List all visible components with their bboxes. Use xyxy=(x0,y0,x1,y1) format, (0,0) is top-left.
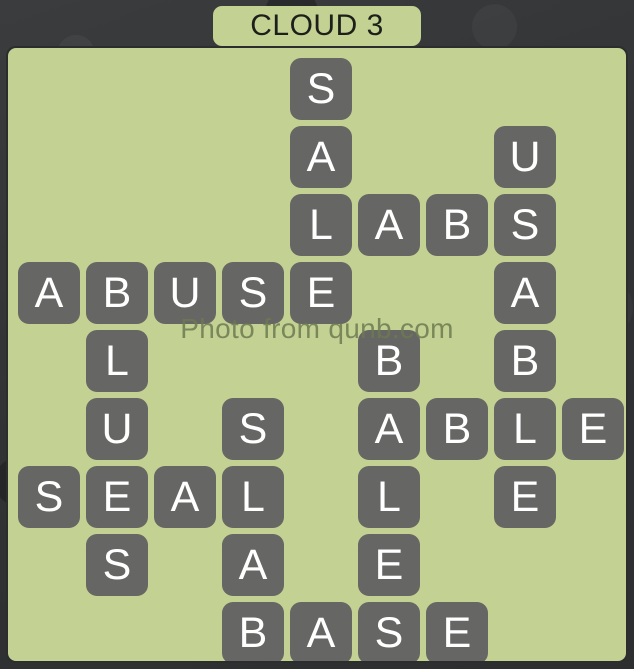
letter-tile[interactable]: A xyxy=(154,466,216,528)
tile-letter: S xyxy=(238,268,268,317)
letter-tile[interactable]: L xyxy=(494,398,556,460)
tile-letter: S xyxy=(306,64,336,113)
letter-tile[interactable]: A xyxy=(290,126,352,188)
tile-letter: L xyxy=(241,472,265,521)
tile-letter: B xyxy=(442,404,472,453)
letter-tile[interactable]: B xyxy=(222,602,284,661)
tile-letter: S xyxy=(102,540,132,589)
letter-tile[interactable]: E xyxy=(562,398,624,460)
tile-letter: B xyxy=(510,336,540,385)
tile-letter: L xyxy=(377,472,401,521)
letter-tile[interactable]: B xyxy=(86,262,148,324)
tile-letter: E xyxy=(374,540,404,589)
tile-letter: A xyxy=(306,132,336,181)
tile-letter: U xyxy=(169,268,201,317)
letter-tile[interactable]: E xyxy=(426,602,488,661)
puzzle-board[interactable]: SAULABSABUSEALBBUSABLESEALLESAEBASE Phot… xyxy=(6,46,628,663)
letter-tile[interactable]: E xyxy=(494,466,556,528)
letter-tile[interactable]: L xyxy=(86,330,148,392)
tile-letter: U xyxy=(101,404,133,453)
letter-tile[interactable]: S xyxy=(222,262,284,324)
tile-letter: E xyxy=(578,404,608,453)
letter-tile[interactable]: A xyxy=(290,602,352,661)
tile-letter: A xyxy=(34,268,64,317)
level-title: CLOUD 3 xyxy=(250,9,384,42)
tile-letter: S xyxy=(34,472,64,521)
tile-letter: B xyxy=(238,608,268,657)
tile-letter: L xyxy=(309,200,333,249)
letter-tile[interactable]: U xyxy=(154,262,216,324)
tile-letter: A xyxy=(238,540,268,589)
letter-tile[interactable]: S xyxy=(222,398,284,460)
tile-letter: A xyxy=(510,268,540,317)
letter-tile[interactable]: A xyxy=(18,262,80,324)
tile-letter: L xyxy=(105,336,129,385)
tile-letter: E xyxy=(442,608,472,657)
letter-tile[interactable]: A xyxy=(358,194,420,256)
letter-tile[interactable]: S xyxy=(18,466,80,528)
letter-tile[interactable]: S xyxy=(86,534,148,596)
letter-tile[interactable]: B xyxy=(358,330,420,392)
letter-tile[interactable]: S xyxy=(494,194,556,256)
letter-tile[interactable]: B xyxy=(426,398,488,460)
tile-letter: E xyxy=(306,268,336,317)
tile-letter: B xyxy=(102,268,132,317)
letter-tile[interactable]: A xyxy=(222,534,284,596)
letter-tile[interactable]: S xyxy=(290,58,352,120)
letter-tile[interactable]: L xyxy=(358,466,420,528)
letter-tile[interactable]: U xyxy=(86,398,148,460)
letter-tile[interactable]: A xyxy=(358,398,420,460)
tile-letter: S xyxy=(238,404,268,453)
letter-tile[interactable]: U xyxy=(494,126,556,188)
letter-tile[interactable]: E xyxy=(290,262,352,324)
letter-tile[interactable]: L xyxy=(290,194,352,256)
tile-letter: E xyxy=(102,472,132,521)
tile-letter: A xyxy=(306,608,336,657)
tile-letter: B xyxy=(374,336,404,385)
letter-tile[interactable]: B xyxy=(426,194,488,256)
letter-grid[interactable]: SAULABSABUSEALBBUSABLESEALLESAEBASE xyxy=(8,48,626,661)
tile-letter: S xyxy=(510,200,540,249)
tile-letter: A xyxy=(374,404,404,453)
letter-tile[interactable]: E xyxy=(86,466,148,528)
letter-tile[interactable]: L xyxy=(222,466,284,528)
tile-letter: S xyxy=(374,608,404,657)
tile-letter: E xyxy=(510,472,540,521)
tile-letter: L xyxy=(513,404,537,453)
tile-letter: A xyxy=(170,472,200,521)
letter-tile[interactable]: E xyxy=(358,534,420,596)
level-title-bar: CLOUD 3 xyxy=(213,6,421,46)
tile-letter: U xyxy=(509,132,541,181)
tile-letter: B xyxy=(442,200,472,249)
letter-tile[interactable]: S xyxy=(358,602,420,661)
letter-tile[interactable]: A xyxy=(494,262,556,324)
letter-tile[interactable]: B xyxy=(494,330,556,392)
tile-letter: A xyxy=(374,200,404,249)
